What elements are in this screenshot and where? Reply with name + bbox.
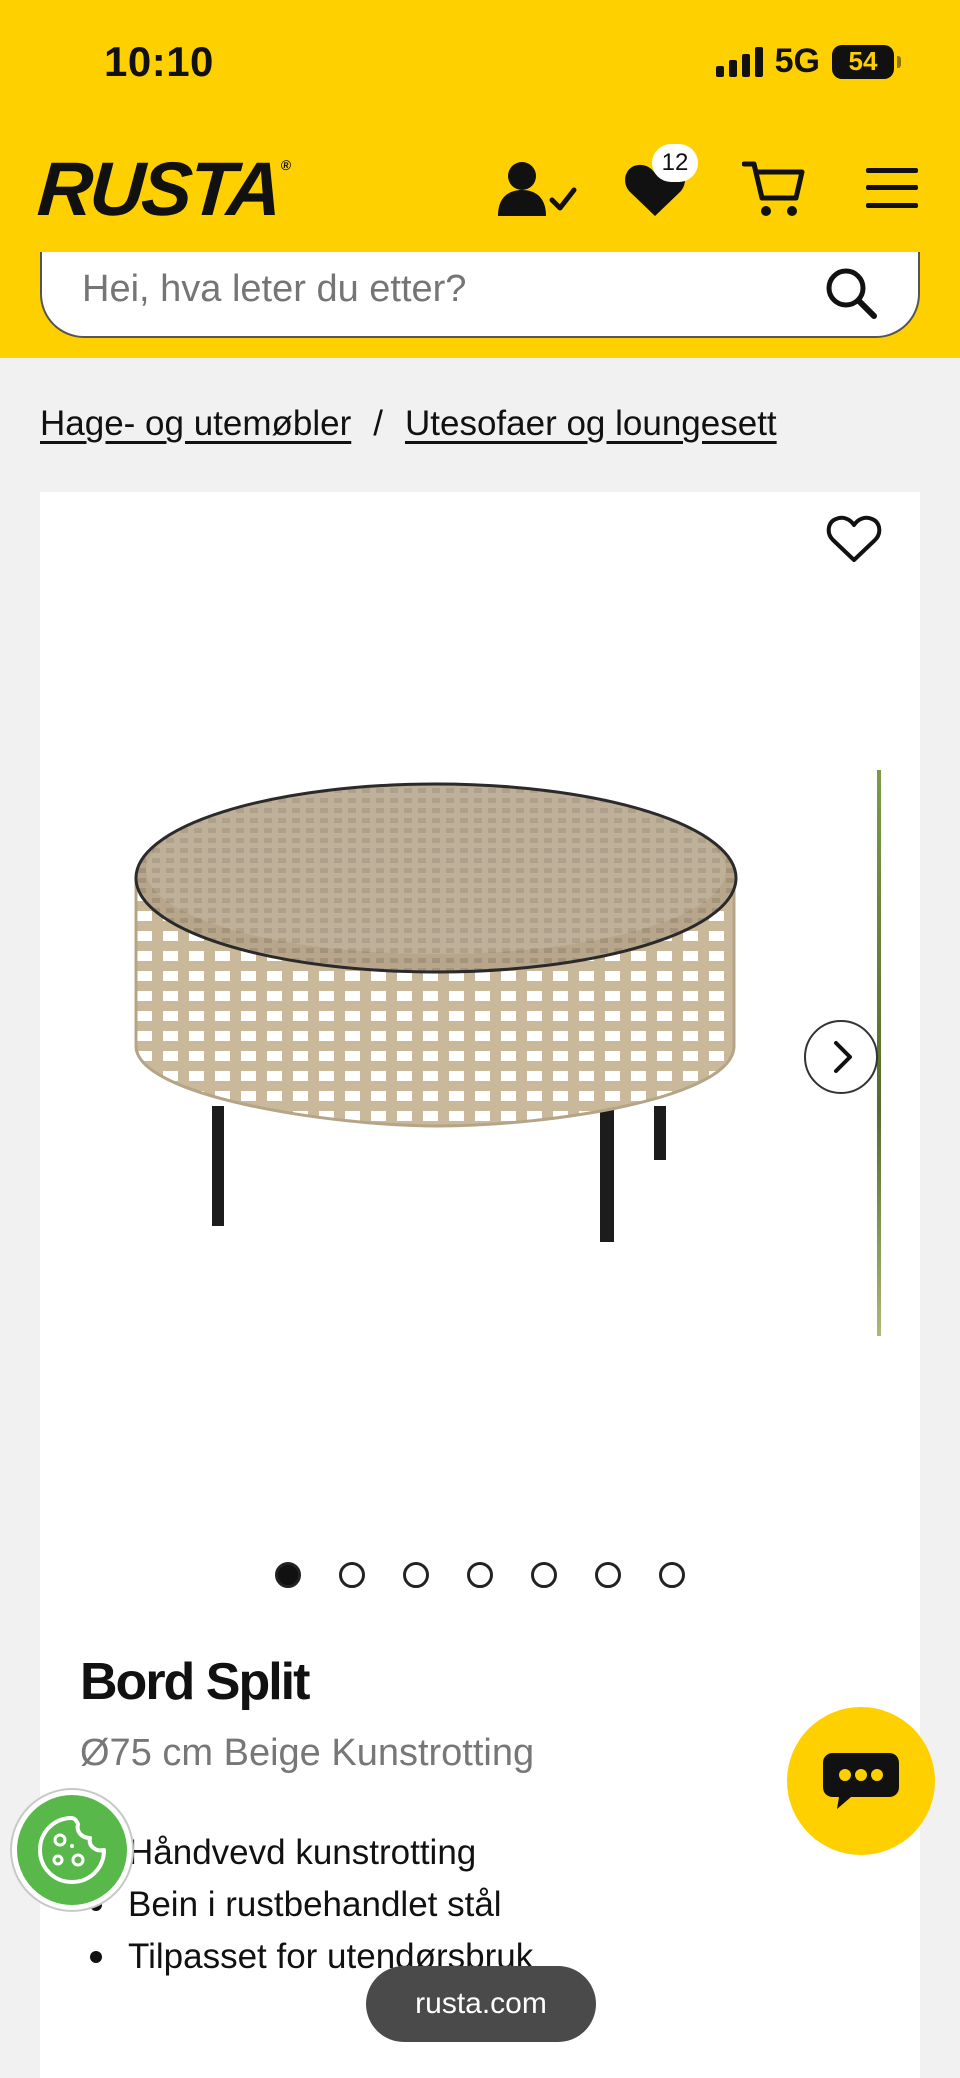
product-subtitle: Ø75 cm Beige Kunstrotting	[80, 1732, 535, 1774]
product-features: Håndvevd kunstrotting Bein i rustbehandl…	[89, 1827, 533, 1983]
chevron-right-icon	[834, 1041, 852, 1073]
signal-icon	[715, 46, 763, 77]
breadcrumb-link-outdoor-sofas[interactable]: Utesofaer og loungesett	[405, 404, 777, 444]
search-icon[interactable]	[824, 266, 878, 325]
network-label: 5G	[774, 42, 820, 80]
breadcrumb-separator: /	[373, 404, 383, 443]
carousel-dot-6[interactable]	[595, 1562, 621, 1588]
breadcrumb-link-garden-furniture[interactable]: Hage- og utemøbler	[40, 404, 351, 444]
chat-button[interactable]	[787, 1707, 935, 1855]
account-check-icon[interactable]	[496, 160, 580, 223]
wishlist-count-badge: 12	[652, 144, 698, 182]
battery-icon: 54	[832, 44, 901, 79]
favorite-heart-icon[interactable]	[826, 514, 882, 569]
cookie-settings-button[interactable]	[12, 1790, 132, 1910]
breadcrumb: Hage- og utemøbler / Utesofaer og lounge…	[40, 404, 777, 444]
browser-url-pill[interactable]: rusta.com	[366, 1966, 596, 2042]
search-input[interactable]	[82, 268, 782, 311]
cookie-icon	[38, 1816, 106, 1884]
image-carousel-dots	[40, 1562, 920, 1588]
next-image-button[interactable]	[804, 1020, 878, 1094]
carousel-dot-7[interactable]	[659, 1562, 685, 1588]
chat-bubble-icon	[823, 1753, 899, 1809]
carousel-dot-1[interactable]	[275, 1562, 301, 1588]
feature-item: Bein i rustbehandlet stål	[89, 1879, 533, 1931]
logo-registered-mark: ®	[280, 157, 289, 173]
carousel-dot-5[interactable]	[531, 1562, 557, 1588]
feature-item: Håndvevd kunstrotting	[89, 1827, 533, 1879]
carousel-dot-4[interactable]	[467, 1562, 493, 1588]
search-bar[interactable]	[40, 252, 920, 338]
menu-icon[interactable]	[866, 166, 918, 215]
status-indicators: 5G 54	[715, 42, 901, 81]
product-title: Bord Split	[80, 1653, 310, 1711]
cart-icon[interactable]	[741, 158, 806, 225]
carousel-dot-3[interactable]	[403, 1562, 429, 1588]
status-time: 10:10	[104, 38, 214, 85]
logo-text: RUSTA	[35, 147, 283, 232]
product-image[interactable]	[80, 746, 880, 1346]
product-card: Bord Split Ø75 cm Beige Kunstrotting Hån…	[40, 492, 920, 2078]
rusta-logo[interactable]: RUSTA®	[35, 147, 289, 232]
carousel-dot-2[interactable]	[339, 1562, 365, 1588]
